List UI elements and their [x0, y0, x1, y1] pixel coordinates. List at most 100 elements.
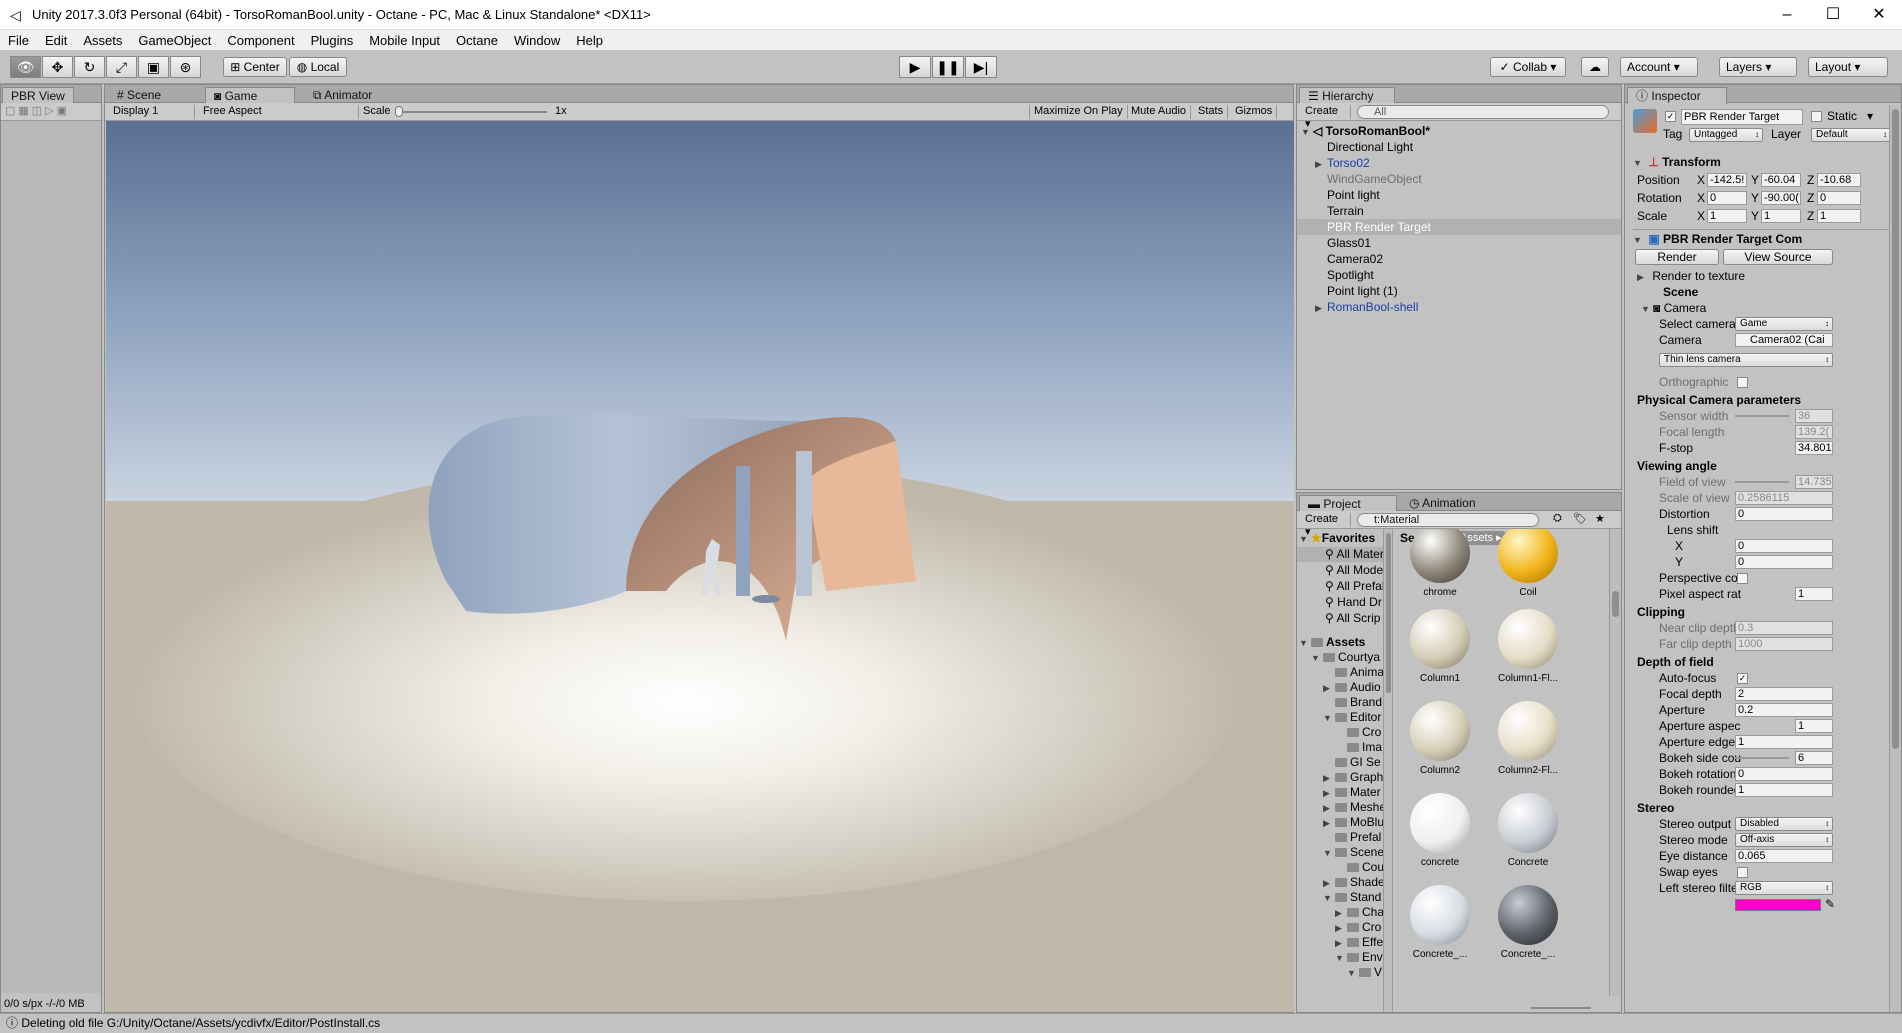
autofocus-checkbox[interactable]: ✓ [1737, 673, 1748, 684]
stats-toggle[interactable]: Stats [1194, 105, 1229, 119]
folder-item[interactable]: ▼ Courtya [1297, 650, 1380, 665]
folder-item[interactable]: ▶ Shade [1297, 875, 1385, 890]
lens-type-dropdown[interactable]: Thin lens camera [1659, 353, 1833, 367]
folder-item[interactable]: ▼ Editor [1297, 710, 1381, 725]
folder-item[interactable]: ▼ V [1297, 965, 1382, 980]
favorite-star-icon[interactable]: ★ [1595, 512, 1605, 525]
filter-type-icon[interactable]: ⛭ [1553, 512, 1562, 525]
folder-item[interactable]: ▶ Graph [1297, 770, 1383, 785]
hierarchy-create-dropdown[interactable]: Create ▾ [1301, 105, 1351, 130]
bokeh-rotation-field[interactable]: 0 [1735, 767, 1833, 781]
fov-field[interactable]: 14.7355 [1795, 475, 1833, 489]
hierarchy-item[interactable]: Terrain [1297, 203, 1621, 219]
tab-inspector[interactable]: ⓘ Inspector [1627, 87, 1727, 104]
minimize-button[interactable]: – [1764, 0, 1810, 30]
material-thumbnail[interactable]: Coil [1488, 529, 1568, 613]
focal-length-field[interactable]: 139.2( [1795, 425, 1833, 439]
menu-component[interactable]: Component [219, 33, 302, 48]
tag-dropdown[interactable]: Untagged [1689, 128, 1763, 142]
folder-tree-scrollbar[interactable] [1383, 529, 1392, 1012]
folder-item[interactable]: Ima [1297, 740, 1382, 755]
far-clip-field[interactable]: 1000 [1735, 637, 1833, 651]
folder-item[interactable]: Cro [1297, 725, 1381, 740]
material-thumbnail[interactable]: Concrete_... [1400, 885, 1480, 975]
hierarchy-item[interactable]: Point light (1) [1297, 283, 1621, 299]
assets-header[interactable]: ▼ Assets [1299, 635, 1365, 650]
folder-item[interactable]: ▶ Cha [1297, 905, 1384, 920]
lens-shift-x-field[interactable]: 0 [1735, 539, 1833, 553]
static-checkbox[interactable] [1811, 111, 1822, 122]
inspector-scroll-thumb[interactable] [1892, 109, 1899, 749]
expand-arrow-icon[interactable]: ▼ [1633, 154, 1645, 172]
maximize-on-play-toggle[interactable]: Maximize On Play [1029, 105, 1128, 119]
pivot-local-button[interactable]: ◍ Local [289, 57, 347, 77]
orthographic-checkbox[interactable] [1737, 377, 1748, 388]
scale-slider[interactable] [397, 111, 547, 113]
distortion-field[interactable]: 0 [1735, 507, 1833, 521]
view-source-button[interactable]: View Source [1723, 249, 1833, 265]
hierarchy-item[interactable]: Directional Light [1297, 139, 1621, 155]
expand-arrow-icon[interactable]: ▶ [1637, 268, 1649, 286]
pixel-aspect-field[interactable]: 1 [1795, 587, 1833, 601]
expand-arrow-icon[interactable]: ▼ [1301, 124, 1313, 140]
project-create-dropdown[interactable]: Create ▾ [1301, 513, 1351, 538]
scale-slider-thumb[interactable] [395, 106, 403, 117]
hierarchy-item[interactable]: Spotlight [1297, 267, 1621, 283]
inspector-scrollbar[interactable] [1889, 105, 1901, 1012]
collab-button[interactable]: ✓ Collab ▾ [1490, 57, 1566, 77]
stereo-mode-dropdown[interactable]: Off-axis [1735, 833, 1833, 847]
hierarchy-item[interactable]: Glass01 [1297, 235, 1621, 251]
layout-dropdown[interactable]: Layout ▾ [1808, 57, 1888, 77]
menu-edit[interactable]: Edit [37, 33, 75, 48]
scale-x-field[interactable]: 1 [1707, 209, 1747, 223]
favorites-item[interactable]: ⚲ All Scrip [1297, 611, 1380, 626]
material-thumbnail[interactable]: Column1 [1400, 609, 1480, 699]
folder-item[interactable]: Prefal [1297, 830, 1381, 845]
aperture-aspect-field[interactable]: 1 [1795, 719, 1833, 733]
thumbnail-size-slider[interactable] [1531, 1007, 1591, 1009]
folder-item[interactable]: GI Se [1297, 755, 1381, 770]
pause-button[interactable]: ❚❚ [932, 56, 964, 78]
filter-label-icon[interactable]: 🏷 [1573, 512, 1587, 525]
expand-arrow-icon[interactable]: ▼ [1633, 231, 1645, 249]
folder-item[interactable]: ▶ MoBlu [1297, 815, 1384, 830]
tab-hierarchy[interactable]: ☰ Hierarchy [1299, 87, 1395, 104]
folder-item[interactable]: ▶ Effe [1297, 935, 1383, 950]
menu-gameobject[interactable]: GameObject [130, 33, 219, 48]
hierarchy-item[interactable]: Point light [1297, 187, 1621, 203]
favorites-item[interactable]: ⚲ All Models [1297, 563, 1392, 578]
pivot-center-button[interactable]: ⊞ Center [223, 57, 287, 77]
menu-plugins[interactable]: Plugins [303, 33, 362, 48]
active-checkbox[interactable]: ✓ [1665, 111, 1676, 122]
tab-scene[interactable]: # Scene [109, 87, 169, 104]
position-x-field[interactable]: -142.5! [1707, 173, 1747, 187]
play-button[interactable]: ▶ [899, 56, 931, 78]
mute-audio-toggle[interactable]: Mute Audio [1127, 105, 1192, 119]
component-header[interactable]: ▼ ▣ PBR Render Target Com [1633, 229, 1893, 247]
menu-file[interactable]: File [0, 33, 37, 48]
left-filter-dropdown[interactable]: RGB [1735, 881, 1833, 895]
select-camera-dropdown[interactable]: Game [1735, 317, 1833, 331]
position-y-field[interactable]: -60.04 [1761, 173, 1801, 187]
hierarchy-search-input[interactable]: All [1357, 105, 1609, 119]
material-thumbnail[interactable]: Concrete_... [1488, 885, 1568, 975]
rotate-tool-icon[interactable]: ↻ [74, 56, 105, 78]
pbr-controls-icon[interactable]: ▢▦◫▷▣ [5, 104, 70, 117]
folder-item[interactable]: Anima [1297, 665, 1384, 680]
material-thumbnail[interactable]: Concrete [1488, 793, 1568, 883]
expand-arrow-icon[interactable]: ▼ [1299, 532, 1311, 547]
hierarchy-item[interactable]: ▶ Torso02 [1297, 155, 1621, 171]
rotation-z-field[interactable]: 0 [1817, 191, 1861, 205]
near-clip-field[interactable]: 0.3 [1735, 621, 1833, 635]
move-tool-icon[interactable]: ✥ [42, 56, 73, 78]
focal-depth-field[interactable]: 2 [1735, 687, 1833, 701]
layers-dropdown[interactable]: Layers ▾ [1719, 57, 1797, 77]
fstop-field[interactable]: 34.801 [1795, 441, 1833, 455]
hierarchy-item[interactable]: Camera02 [1297, 251, 1621, 267]
left-filter-color-swatch[interactable] [1735, 899, 1821, 911]
bokeh-side-slider[interactable] [1735, 757, 1789, 759]
scale-y-field[interactable]: 1 [1761, 209, 1801, 223]
asset-grid-scrollbar[interactable] [1609, 529, 1621, 996]
material-thumbnail[interactable]: concrete [1400, 793, 1480, 883]
menu-octane[interactable]: Octane [448, 33, 506, 48]
